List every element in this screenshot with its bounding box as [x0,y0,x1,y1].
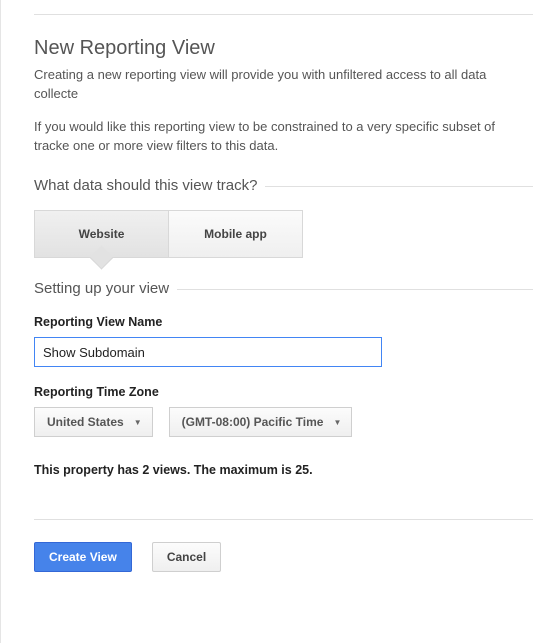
cancel-label: Cancel [167,550,206,564]
page-description-1: Creating a new reporting view will provi… [34,66,533,104]
view-name-input[interactable] [34,337,382,367]
caret-down-icon: ▼ [333,418,341,427]
create-view-button[interactable]: Create View [34,542,132,572]
page-title: New Reporting View [34,37,533,60]
mobile-app-segment-label: Mobile app [204,227,267,241]
divider [34,519,533,520]
divider [34,14,533,15]
track-section-label: What data should this view track? [34,177,265,194]
track-section-header: What data should this view track? [34,177,533,194]
divider [265,186,533,187]
timezone-dropdown[interactable]: (GMT-08:00) Pacific Time ▼ [169,407,353,437]
page-description-2: If you would like this reporting view to… [34,118,533,156]
view-name-label: Reporting View Name [34,315,533,329]
cancel-button[interactable]: Cancel [152,542,221,572]
website-segment-label: Website [79,227,125,241]
country-dropdown[interactable]: United States ▼ [34,407,153,437]
new-reporting-view-page: New Reporting View Creating a new report… [0,0,533,643]
setup-section-label: Setting up your view [34,280,177,297]
create-view-label: Create View [49,550,117,564]
views-count-note: This property has 2 views. The maximum i… [34,463,533,477]
form-actions: Create View Cancel [34,542,533,572]
data-type-segmented-control: Website Mobile app [34,210,533,258]
caret-down-icon: ▼ [134,418,142,427]
timezone-label: Reporting Time Zone [34,385,533,399]
mobile-app-segment-button[interactable]: Mobile app [168,210,303,258]
country-value: United States [47,415,124,429]
divider [177,289,533,290]
timezone-value: (GMT-08:00) Pacific Time [182,415,324,429]
setup-section-header: Setting up your view [34,280,533,297]
website-segment-button[interactable]: Website [34,210,169,258]
timezone-controls: United States ▼ (GMT-08:00) Pacific Time… [34,407,533,437]
